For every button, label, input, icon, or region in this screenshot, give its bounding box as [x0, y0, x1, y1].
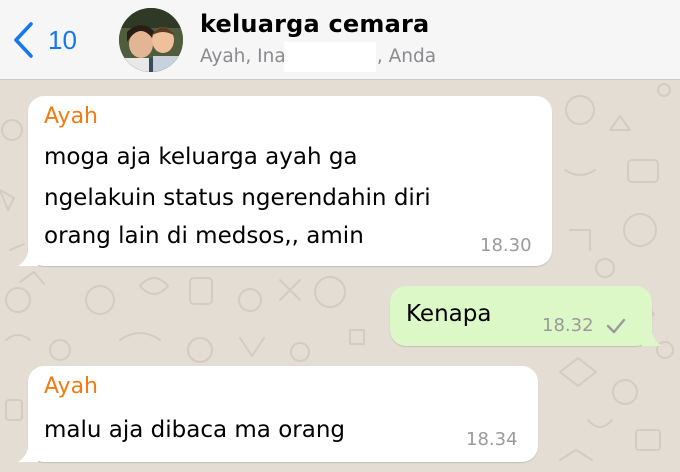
- message-line: Kenapa: [406, 301, 492, 327]
- back-button[interactable]: 10: [12, 18, 77, 62]
- message-line: malu aja dibaca ma orang: [44, 417, 346, 443]
- group-photo-image: [119, 8, 183, 72]
- redaction-box: [284, 42, 376, 72]
- chat-title[interactable]: keluarga cemara: [200, 10, 429, 38]
- message-timestamp: 18.34: [466, 429, 518, 450]
- chevron-left-icon: [14, 22, 33, 58]
- bubble-tail: [18, 244, 38, 266]
- message-timestamp: 18.32: [542, 315, 594, 336]
- unread-count: 10: [48, 25, 77, 55]
- message-bubble-outgoing[interactable]: Kenapa 18.32: [390, 286, 662, 346]
- message-bubble-incoming[interactable]: Ayah malu aja dibaca ma orang 18.34: [18, 366, 538, 462]
- sender-name: Ayah: [44, 374, 99, 399]
- message-line: moga aja keluarga ayah ga: [44, 144, 358, 170]
- single-check-icon: [606, 318, 626, 334]
- bubble-tail: [18, 440, 38, 462]
- group-avatar[interactable]: [119, 8, 183, 72]
- message-line: ngelakuin status ngerendahin diri: [44, 185, 431, 211]
- sender-name: Ayah: [44, 104, 99, 129]
- message-line: orang lain di medsos,, amin: [44, 223, 364, 249]
- chat-header: 10 keluarga cemara Ayah, Ina l, Mamah, A…: [0, 0, 680, 80]
- message-bubble-incoming[interactable]: Ayah moga aja keluarga ayah ga ngelakuin…: [18, 96, 552, 266]
- bubble-tail: [642, 324, 662, 346]
- message-timestamp: 18.30: [480, 235, 532, 256]
